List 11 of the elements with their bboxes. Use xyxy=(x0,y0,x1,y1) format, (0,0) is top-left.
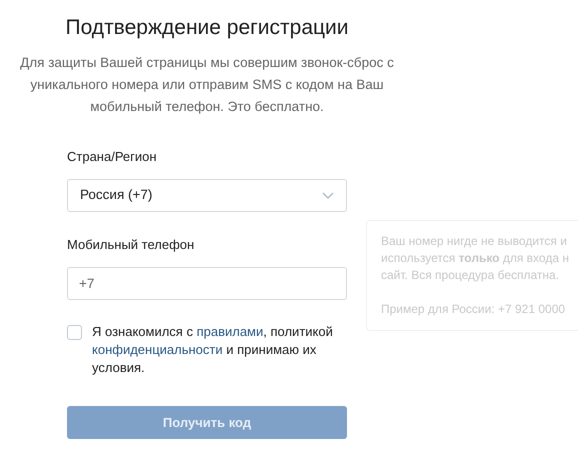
chevron-down-icon xyxy=(322,192,334,199)
consent-text: Я ознакомился с правилами, политикой конфиденциальности и принимаю их условия. xyxy=(92,323,334,377)
phone-input[interactable]: +7 xyxy=(67,267,347,300)
field-label: Мобильный телефон xyxy=(67,236,196,254)
policy-link[interactable]: правилами xyxy=(196,324,264,339)
description: Для защиты Вашей страницы мы совершим звонок-сброс с уникального номера или отправим SMS с кодом на Ваш мобильный телефон. Это бесплатно. xyxy=(19,54,395,116)
field-label: Страна/Регион xyxy=(67,148,158,166)
page-title: Подтверждение регистрации xyxy=(66,15,348,41)
consent-checkbox[interactable] xyxy=(67,325,82,340)
policy-link[interactable]: конфиденциальности xyxy=(92,342,223,357)
country-select[interactable]: Россия (+7) xyxy=(67,179,347,212)
